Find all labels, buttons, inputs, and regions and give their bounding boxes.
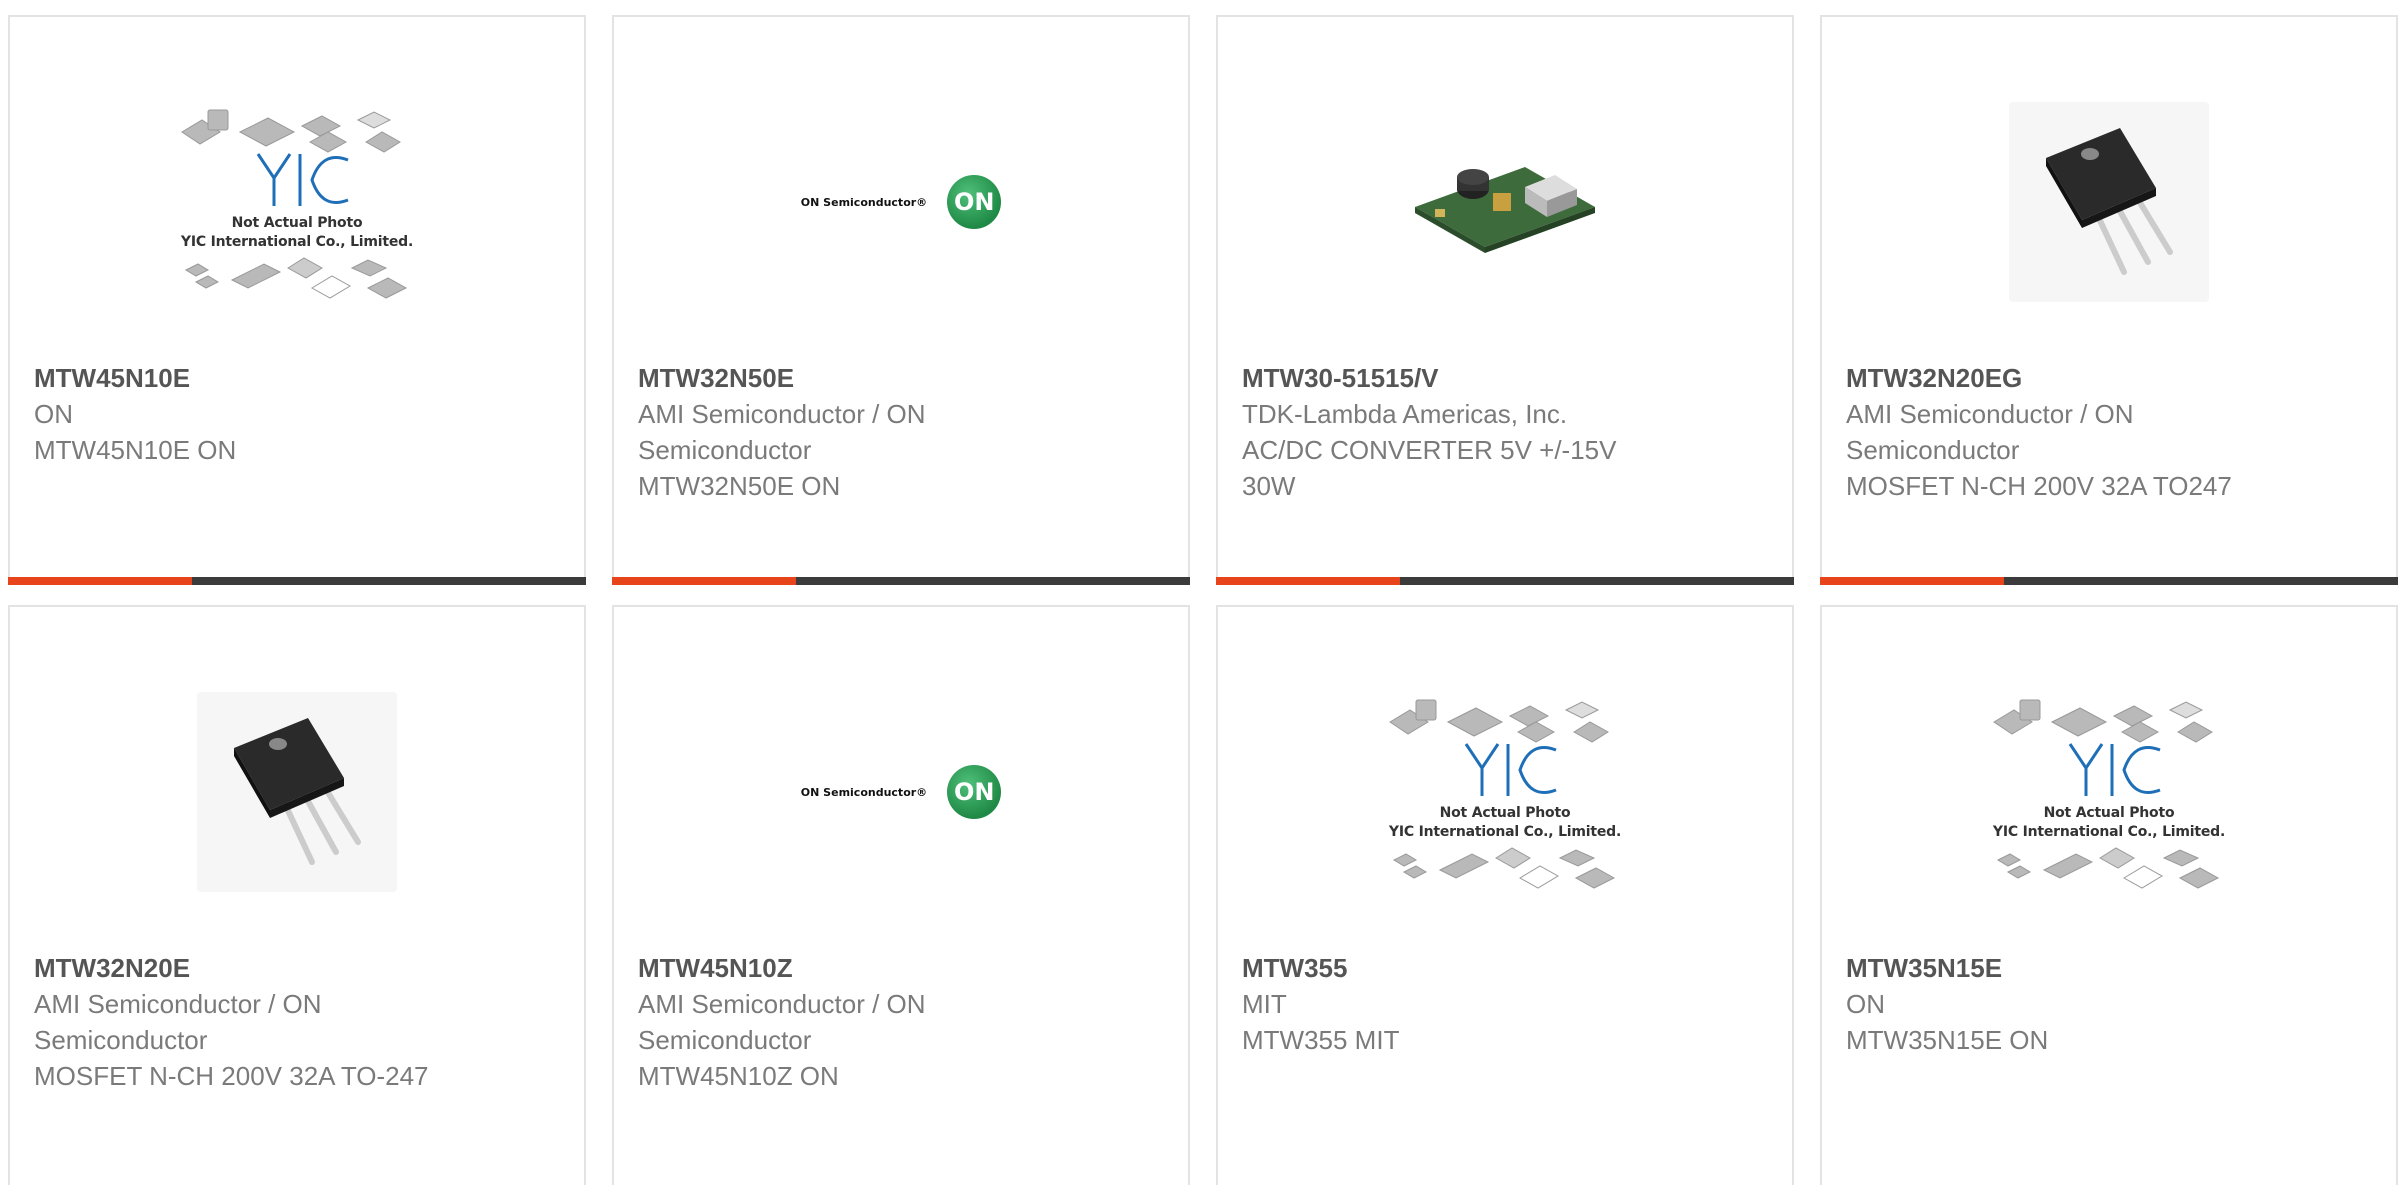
product-image[interactable] xyxy=(1218,42,1792,362)
product-card[interactable]: Not Actual Photo YIC International Co., … xyxy=(1216,605,1794,1185)
description: MTW35N15E ON xyxy=(1846,1025,2049,1055)
product-card[interactable]: MTW30-51515/V TDK-Lambda Americas, Inc. … xyxy=(1216,15,1794,585)
card-accent-bar xyxy=(1216,577,1794,585)
product-card[interactable]: MTW32N20EG AMI Semiconductor / ON Semico… xyxy=(1820,15,2398,585)
product-card[interactable]: ON Semiconductor® ON MTW45N10Z AMI Semic… xyxy=(612,605,1190,1185)
part-number-link[interactable]: MTW45N10Z xyxy=(638,950,1048,986)
product-image[interactable] xyxy=(10,632,584,952)
manufacturer: AMI Semiconductor / ON Semiconductor xyxy=(1846,399,2134,465)
card-accent-bar xyxy=(8,577,586,585)
placeholder-image: Not Actual Photo YIC International Co., … xyxy=(1370,672,1640,912)
logo-text: ON Semiconductor® xyxy=(800,785,928,799)
ic-packages-icon xyxy=(1993,699,2220,889)
manufacturer: MIT xyxy=(1242,989,1287,1019)
product-card[interactable]: MTW32N20E AMI Semiconductor / ON Semicon… xyxy=(8,605,586,1185)
product-grid: Not Actual Photo YIC International Co., … xyxy=(0,0,2400,1185)
placeholder-caption-line1: Not Actual Photo xyxy=(1439,805,1571,821)
on-semiconductor-logo: ON Semiconductor® ON xyxy=(800,175,1002,229)
product-card[interactable]: ON Semiconductor® ON MTW32N50E AMI Semic… xyxy=(612,15,1190,585)
power-supply-board-icon xyxy=(1415,167,1595,253)
part-number-link[interactable]: MTW32N20EG xyxy=(1846,360,2256,396)
description: MOSFET N-CH 200V 32A TO-247 xyxy=(34,1061,429,1091)
description: MOSFET N-CH 200V 32A TO247 xyxy=(1846,471,2232,501)
card-accent-bar xyxy=(612,577,1190,585)
product-image[interactable]: ON Semiconductor® ON xyxy=(614,632,1188,952)
placeholder-image: Not Actual Photo YIC International Co., … xyxy=(162,82,432,322)
placeholder-caption-line1: Not Actual Photo xyxy=(231,215,363,231)
placeholder-caption-line2: YIC International Co., Limited. xyxy=(1992,824,2226,840)
description: MTW45N10Z ON xyxy=(638,1061,839,1091)
product-card[interactable]: Not Actual Photo YIC International Co., … xyxy=(1820,605,2398,1185)
placeholder-caption-line2: YIC International Co., Limited. xyxy=(1388,824,1622,840)
description: AC/DC CONVERTER 5V +/-15V 30W xyxy=(1242,435,1617,501)
placeholder-caption-line1: Not Actual Photo xyxy=(2043,805,2175,821)
description: MTW45N10E ON xyxy=(34,435,237,465)
part-number-link[interactable]: MTW32N20E xyxy=(34,950,444,986)
ic-packages-icon xyxy=(1389,699,1616,889)
on-badge-icon: ON xyxy=(947,765,1002,819)
ic-packages-icon xyxy=(181,109,408,299)
manufacturer: AMI Semiconductor / ON Semiconductor xyxy=(34,989,322,1055)
part-number-link[interactable]: MTW355 xyxy=(1242,950,1652,986)
product-image[interactable] xyxy=(1822,42,2396,362)
part-number-link[interactable]: MTW45N10E xyxy=(34,360,444,396)
photo-frame xyxy=(197,692,397,892)
product-image[interactable]: Not Actual Photo YIC International Co., … xyxy=(1822,632,2396,952)
logo-text: ON Semiconductor® xyxy=(800,195,928,209)
manufacturer: TDK-Lambda Americas, Inc. xyxy=(1242,399,1568,429)
part-number-link[interactable]: MTW30-51515/V xyxy=(1242,360,1652,396)
manufacturer: AMI Semiconductor / ON Semiconductor xyxy=(638,989,926,1055)
placeholder-caption-line2: YIC International Co., Limited. xyxy=(180,234,414,250)
product-image[interactable]: Not Actual Photo YIC International Co., … xyxy=(10,42,584,362)
product-image[interactable]: ON Semiconductor® ON xyxy=(614,42,1188,362)
description: MTW355 MIT xyxy=(1242,1025,1400,1055)
on-badge-icon: ON xyxy=(947,175,1002,229)
manufacturer: AMI Semiconductor / ON Semiconductor xyxy=(638,399,926,465)
part-number-link[interactable]: MTW35N15E xyxy=(1846,950,2256,986)
manufacturer: ON xyxy=(34,399,73,429)
product-card[interactable]: Not Actual Photo YIC International Co., … xyxy=(8,15,586,585)
part-number-link[interactable]: MTW32N50E xyxy=(638,360,1048,396)
product-image[interactable]: Not Actual Photo YIC International Co., … xyxy=(1218,632,1792,952)
to247-transistor-icon xyxy=(234,718,361,865)
placeholder-image: Not Actual Photo YIC International Co., … xyxy=(1974,672,2244,912)
manufacturer: ON xyxy=(1846,989,1885,1019)
photo-frame xyxy=(2009,102,2209,302)
on-semiconductor-logo: ON Semiconductor® ON xyxy=(800,765,1002,819)
description: MTW32N50E ON xyxy=(638,471,841,501)
to247-transistor-icon xyxy=(2046,128,2173,275)
card-accent-bar xyxy=(1820,577,2398,585)
